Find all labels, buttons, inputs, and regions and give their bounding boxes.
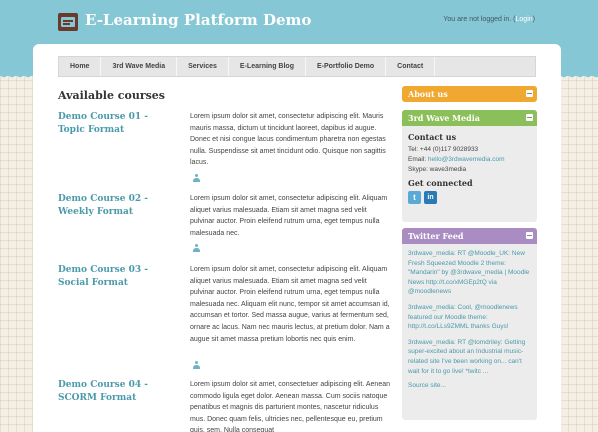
linkedin-icon[interactable]: in (424, 191, 437, 204)
email-label: Email: (408, 156, 428, 163)
source-site-link[interactable]: Source site... (408, 382, 531, 389)
page-container: Home 3rd Wave Media Services E-Learning … (33, 44, 561, 432)
course-title-link[interactable]: Demo Course 04 - SCORM Format (58, 379, 170, 405)
about-us-block: About us (402, 86, 537, 102)
wave-media-header[interactable]: 3rd Wave Media (402, 110, 537, 126)
twitter-icon[interactable]: t (408, 191, 421, 204)
main-navigation: Home 3rd Wave Media Services E-Learning … (58, 56, 536, 77)
connected-heading: Get connected (408, 178, 473, 188)
tweet-item[interactable]: 3rdwave_media: RT @Moodle_UK: New Fresh … (408, 249, 531, 297)
course-summary: Lorem ipsum dolor sit amet, consectetur … (190, 113, 386, 167)
nav-3rd-wave-media[interactable]: 3rd Wave Media (101, 57, 178, 76)
wave-media-block: 3rd Wave Media Contact us Tel: +44 (0)11… (402, 110, 537, 222)
social-links: t in (408, 191, 531, 204)
contact-tel: Tel: +44 (0)117 9028933 (408, 146, 479, 153)
contact-email-line: Email: hello@3rdwavemedia.com (408, 155, 531, 165)
about-us-header[interactable]: About us (402, 86, 537, 102)
collapse-icon[interactable] (526, 114, 533, 121)
course-summary: Lorem ipsum dolor sit amet, consectetur … (190, 195, 388, 237)
wave-media-title: 3rd Wave Media (408, 113, 480, 123)
login-info: You are not logged in. (Login) (443, 16, 535, 23)
twitter-feed-block: Twitter Feed 3rdwave_media: RT @Moodle_U… (402, 228, 537, 420)
nav-services[interactable]: Services (177, 57, 229, 76)
page-title: Available courses (58, 89, 166, 102)
login-link[interactable]: Login (516, 16, 533, 23)
twitter-feed-title: Twitter Feed (408, 231, 464, 241)
wave-media-body: Contact us Tel: +44 (0)117 9028933 Email… (402, 126, 537, 210)
about-us-title: About us (408, 89, 448, 99)
teacher-user-icon[interactable] (193, 174, 200, 182)
teacher-user-icon[interactable] (193, 361, 200, 369)
nav-eportfolio-demo[interactable]: E-Portfolio Demo (306, 57, 387, 76)
nav-elearning-blog[interactable]: E-Learning Blog (229, 57, 306, 76)
course-title-link[interactable]: Demo Course 02 - Weekly Format (58, 193, 170, 219)
course-title-link[interactable]: Demo Course 03 - Social Format (58, 264, 170, 290)
course-summary: Lorem ipsum dolor sit amet, consectetuer… (190, 381, 390, 432)
tweet-item[interactable]: 3rdwave_media: Cool, @moodlenews feature… (408, 303, 531, 332)
site-title[interactable]: E-Learning Platform Demo (85, 11, 311, 29)
contact-skype: Skype: wave3media (408, 166, 467, 173)
email-link[interactable]: hello@3rdwavemedia.com (428, 156, 505, 163)
course-title-link[interactable]: Demo Course 01 - Topic Format (58, 111, 170, 137)
twitter-feed-body: 3rdwave_media: RT @Moodle_UK: New Fresh … (402, 244, 537, 396)
logo-icon (58, 13, 78, 31)
nav-contact[interactable]: Contact (386, 57, 436, 76)
collapse-icon[interactable] (526, 90, 533, 97)
twitter-feed-header[interactable]: Twitter Feed (402, 228, 537, 244)
nav-home[interactable]: Home (59, 57, 102, 76)
course-summary: Lorem ipsum dolor sit amet, consectetur … (190, 266, 390, 343)
collapse-icon[interactable] (526, 232, 533, 239)
login-suffix: ) (532, 16, 535, 23)
contact-heading: Contact us (408, 132, 457, 142)
login-prefix: You are not logged in. ( (443, 16, 516, 23)
teacher-user-icon[interactable] (193, 244, 200, 252)
tweet-item[interactable]: 3rdwave_media: RT @tomdriley: Getting su… (408, 338, 531, 376)
